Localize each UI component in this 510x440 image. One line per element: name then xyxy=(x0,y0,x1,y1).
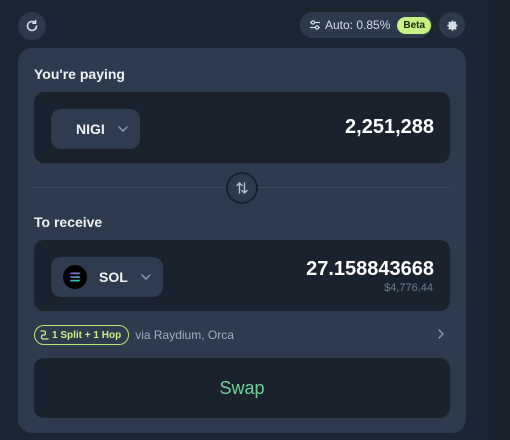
refresh-button[interactable] xyxy=(18,12,46,40)
swap-direction-button[interactable] xyxy=(226,172,258,204)
route-badge: 1 Split + 1 Hop xyxy=(34,325,130,345)
gear-icon xyxy=(446,20,457,31)
receive-usd-value: $4,776.44 xyxy=(384,282,433,294)
route-icon xyxy=(40,330,49,340)
slippage-button[interactable]: Auto: 0.85% Beta xyxy=(300,12,432,38)
pay-label: You're paying xyxy=(34,66,125,82)
pay-token-select[interactable]: NIGI xyxy=(51,109,140,149)
side-strip xyxy=(488,0,510,440)
solana-logo-icon xyxy=(63,265,87,289)
beta-badge: Beta xyxy=(397,16,432,34)
refresh-icon xyxy=(26,19,38,32)
receive-token-symbol: SOL xyxy=(99,269,128,285)
pay-amount-input[interactable]: 2,251,288 xyxy=(345,116,434,139)
swap-button[interactable]: Swap xyxy=(34,358,450,418)
pay-token-symbol: NIGI xyxy=(76,121,105,137)
pay-panel: NIGI 2,251,288 xyxy=(34,92,450,163)
receive-label: To receive xyxy=(34,214,103,230)
receive-panel: SOL 27.158843668 $4,776.44 xyxy=(34,240,450,311)
chevron-down-icon xyxy=(141,274,151,280)
chevron-right-icon xyxy=(438,329,444,339)
route-badge-label: 1 Split + 1 Hop xyxy=(52,329,122,341)
route-via: via Raydium, Orca xyxy=(135,328,234,342)
chevron-down-icon xyxy=(118,126,128,132)
sliders-icon xyxy=(310,20,320,30)
settings-button[interactable] xyxy=(439,12,465,38)
route-detail-button[interactable] xyxy=(438,329,444,339)
route-info[interactable]: 1 Split + 1 Hop via Raydium, Orca xyxy=(34,324,234,346)
receive-amount: 27.158843668 xyxy=(306,258,434,280)
swap-widget: Auto: 0.85% Beta You're paying NIGI 2,25… xyxy=(0,0,510,440)
receive-token-select[interactable]: SOL xyxy=(51,257,163,297)
arrows-up-down-icon xyxy=(236,182,248,194)
swap-card: You're paying NIGI 2,251,288 To receive xyxy=(18,48,466,433)
slippage-label: Auto: 0.85% xyxy=(325,18,391,32)
